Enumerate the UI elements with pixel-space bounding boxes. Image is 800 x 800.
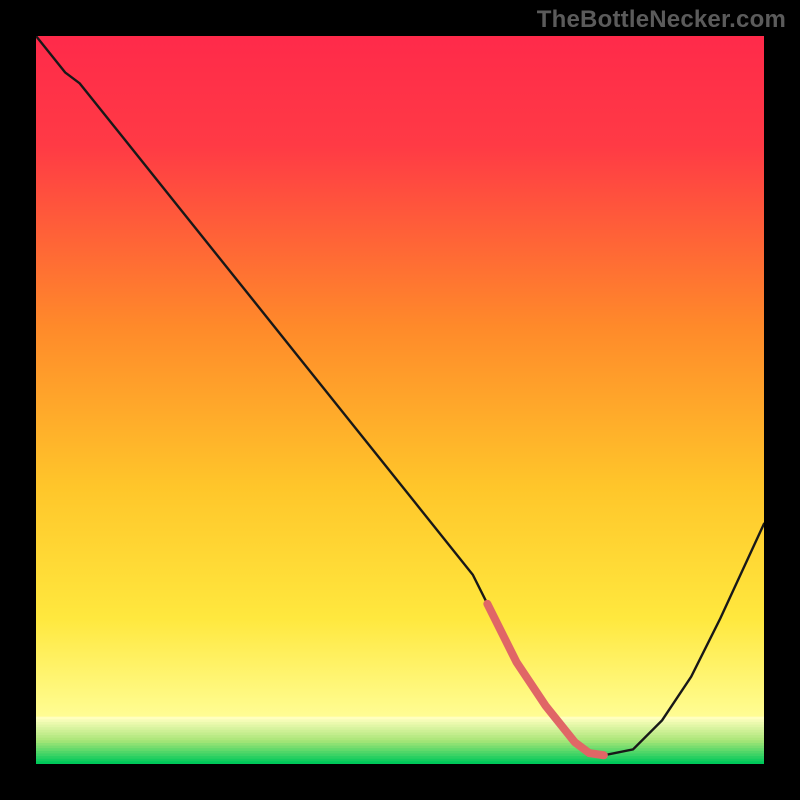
watermark-text: TheBottleNecker.com — [537, 6, 786, 34]
chart-plot-area — [36, 36, 764, 764]
chart-frame: TheBottleNecker.com — [0, 0, 800, 800]
bottom-stripe-band — [36, 717, 764, 764]
gradient-background — [36, 36, 764, 764]
chart-svg — [36, 36, 764, 764]
